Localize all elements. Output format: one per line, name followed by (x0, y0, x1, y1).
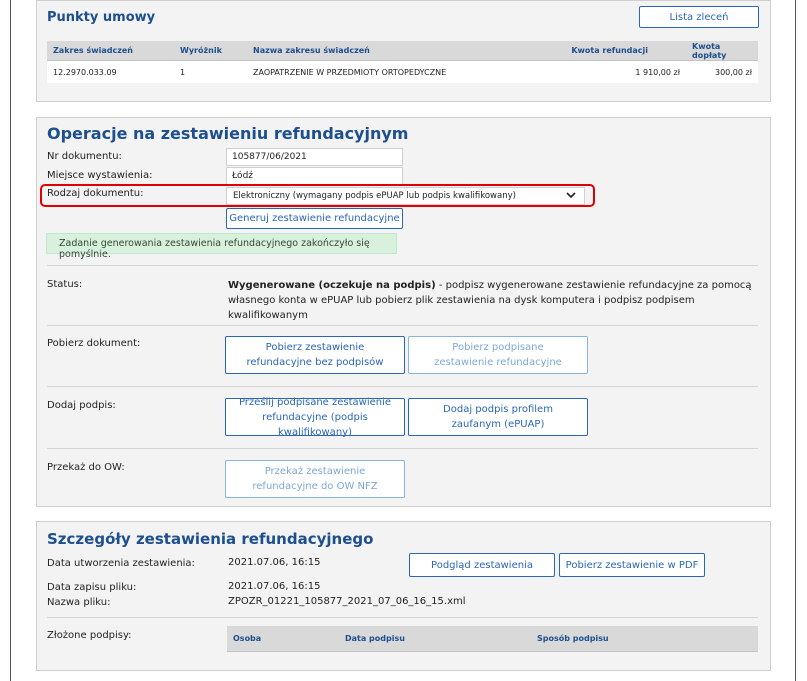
divider (47, 386, 758, 387)
col-osoba[interactable]: Osoba (227, 626, 339, 652)
status-label: Status: (47, 279, 83, 290)
zlozone-podpisy-label: Złożone podpisy: (47, 630, 132, 641)
divider (47, 448, 758, 449)
col-wyroznik[interactable]: Wyróżnik (174, 41, 247, 61)
pobierz-dokument-label: Pobierz dokument: (47, 338, 141, 349)
col-kwota-refundacji[interactable]: Kwota refundacji (492, 41, 686, 61)
success-alert: Zadanie generowania zestawienia refundac… (46, 233, 397, 260)
podpisy-table: Osoba Data podpisu Sposób podpisu (227, 626, 758, 652)
przekaz-ow-nfz-button[interactable]: Przekaż zestawienie refundacyjne do OW N… (225, 460, 405, 498)
operacje-title: Operacje na zestawieniu refundacyjnym (47, 124, 409, 143)
pobierz-podpisane-button[interactable]: Pobierz podpisane zestawienie refundacyj… (408, 336, 588, 374)
col-sposob-podpisu[interactable]: Sposób podpisu (531, 626, 758, 652)
table-row: 12.2970.033.09 1 ZAOPATRZENIE W PRZEDMIO… (47, 60, 758, 83)
dodaj-podpis-label: Dodaj podpis: (47, 400, 116, 411)
col-data-podpisu[interactable]: Data podpisu (339, 626, 531, 652)
pobierz-pdf-button[interactable]: Pobierz zestawienie w PDF (559, 553, 705, 577)
status-value: Wygenerowane (oczekuje na podpis) (228, 280, 436, 291)
cell-zakres: 12.2970.033.09 (47, 60, 174, 83)
punkty-umowy-title: Punkty umowy (47, 10, 156, 25)
miejsce-wystawienia-label: Miejsce wystawienia: (47, 170, 153, 181)
lista-zlecen-button[interactable]: Lista zleceń (639, 6, 759, 28)
col-kwota-doplaty[interactable]: Kwota dopłaty (686, 41, 758, 61)
data-utworzenia-value: 2021.07.06, 16:15 (228, 557, 321, 568)
podglad-zestawienia-button[interactable]: Podgląd zestawienia (409, 553, 555, 577)
right-frame-border (795, 0, 796, 681)
przeslij-podpisane-button[interactable]: Prześlij podpisane zestawienie refundacy… (225, 397, 405, 438)
divider (47, 617, 758, 618)
szczegoly-title: Szczegóły zestawienia refundacyjnego (47, 530, 374, 548)
col-nazwa[interactable]: Nazwa zakresu świadczeń (247, 41, 492, 61)
chevron-down-icon (566, 190, 576, 203)
rodzaj-dokumentu-value: Elektroniczny (wymagany podpis ePUAP lub… (233, 191, 516, 201)
rodzaj-dokumentu-label: Rodzaj dokumentu: (47, 188, 144, 199)
left-frame-border (10, 0, 11, 681)
nazwa-pliku-label: Nazwa pliku: (47, 597, 111, 608)
pobierz-bez-podpisow-button[interactable]: Pobierz zestawienie refundacyjne bez pod… (225, 336, 405, 374)
divider (47, 325, 758, 326)
przekaz-ow-label: Przekaż do OW: (47, 462, 125, 473)
data-zapisu-value: 2021.07.06, 16:15 (228, 581, 321, 592)
data-utworzenia-label: Data utworzenia zestawienia: (47, 558, 195, 569)
data-zapisu-label: Data zapisu pliku: (47, 582, 137, 593)
dodaj-profil-zaufany-button[interactable]: Dodaj podpis profilem zaufanym (ePUAP) (408, 398, 588, 436)
cell-wyroznik: 1 (174, 60, 247, 83)
generuj-zestawienie-button[interactable]: Generuj zestawienie refundacyjne (226, 208, 403, 229)
status-text: Wygenerowane (oczekuje na podpis) - podp… (228, 278, 756, 323)
col-zakres[interactable]: Zakres świadczeń (47, 41, 174, 61)
rodzaj-dokumentu-select[interactable]: Elektroniczny (wymagany podpis ePUAP lub… (226, 187, 585, 205)
divider (47, 265, 758, 266)
cell-kwota-doplaty: 300,00 zł (686, 60, 758, 83)
cell-kwota-refundacji: 1 910,00 zł (492, 60, 686, 83)
nazwa-pliku-value: ZPOZR_01221_105877_2021_07_06_16_15.xml (228, 596, 466, 607)
cell-nazwa: ZAOPATRZENIE W PRZEDMIOTY ORTOPEDYCZNE (247, 60, 492, 83)
punkty-table: Zakres świadczeń Wyróżnik Nazwa zakresu … (47, 41, 758, 83)
miejsce-wystawienia-field[interactable]: Łódź (226, 167, 403, 185)
nr-dokumentu-label: Nr dokumentu: (47, 151, 122, 162)
nr-dokumentu-field[interactable]: 105877/06/2021 (226, 148, 403, 166)
success-message: Zadanie generowania zestawienia refundac… (59, 238, 370, 260)
